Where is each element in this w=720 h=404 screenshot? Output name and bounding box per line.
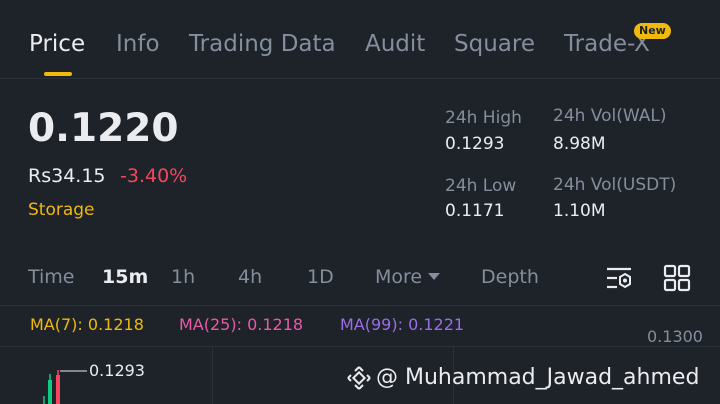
last-price: 0.1220 xyxy=(28,106,179,151)
new-badge: New xyxy=(634,23,671,39)
more-label: More xyxy=(375,266,423,288)
ma7-indicator: MA(7): 0.1218 xyxy=(30,315,144,334)
tab-info[interactable]: Info xyxy=(116,30,160,58)
category-tag[interactable]: Storage xyxy=(28,199,95,221)
watermark: @ Muhammad_Jawad_ahmed xyxy=(346,364,699,392)
vol-base-value: 8.98M xyxy=(553,134,606,154)
ma99-indicator: MA(99): 0.1221 xyxy=(340,315,465,334)
candle-body xyxy=(48,380,52,404)
low-24h-label: 24h Low xyxy=(445,176,517,196)
vol-quote-value: 1.10M xyxy=(553,201,606,221)
timeframe-1h[interactable]: 1h xyxy=(171,264,195,290)
chevron-down-icon xyxy=(428,272,441,280)
vol-quote-label: 24h Vol(USDT) xyxy=(553,175,677,195)
watermark-text: @ Muhammad_Jawad_ahmed xyxy=(376,365,700,390)
ma25-indicator: MA(25): 0.1218 xyxy=(179,315,304,334)
depth-tab[interactable]: Depth xyxy=(481,264,539,290)
chart-settings-icon[interactable] xyxy=(604,263,634,293)
low-24h-value: 0.1171 xyxy=(445,201,505,221)
price-axis-label: 0.1300 xyxy=(647,327,703,346)
fiat-price: Rs34.15 xyxy=(28,165,106,187)
active-tab-indicator xyxy=(44,72,72,76)
top-tab-bar: Price Info Trading Data Audit Square Tra… xyxy=(0,0,720,79)
grid-layout-icon[interactable] xyxy=(662,263,692,293)
timeframe-1d[interactable]: 1D xyxy=(307,264,334,290)
price-change-percent: -3.40% xyxy=(120,165,188,187)
timeframe-4h[interactable]: 4h xyxy=(238,264,262,290)
timeframe-more-dropdown[interactable]: More xyxy=(375,264,441,290)
tab-trading-data[interactable]: Trading Data xyxy=(189,30,336,58)
binance-logo-icon xyxy=(347,366,371,390)
tab-square[interactable]: Square xyxy=(454,30,535,58)
high-24h-label: 24h High xyxy=(445,108,522,128)
tab-price[interactable]: Price xyxy=(29,30,85,58)
chart-divider xyxy=(0,305,720,306)
high-24h-value: 0.1293 xyxy=(445,134,505,154)
vol-base-label: 24h Vol(WAL) xyxy=(553,106,667,126)
high-marker-label: 0.1293 xyxy=(89,361,145,380)
tab-audit[interactable]: Audit xyxy=(365,30,425,58)
timeframe-15m[interactable]: 15m xyxy=(102,264,148,290)
candle-body xyxy=(56,375,60,404)
timeframe-time[interactable]: Time xyxy=(28,264,75,290)
